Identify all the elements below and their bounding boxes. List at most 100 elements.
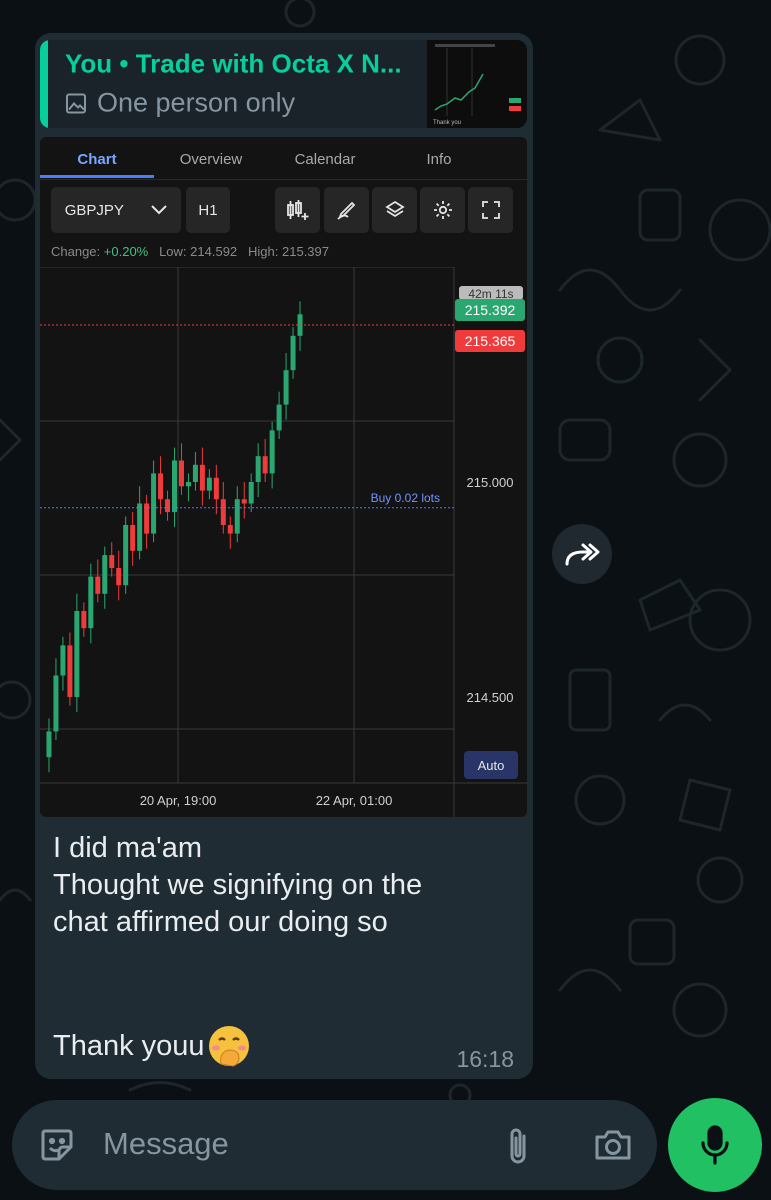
layers-button[interactable] [372,187,417,233]
message-input[interactable]: Message [103,1126,229,1162]
auto-scale-label: Auto [478,758,505,773]
message-timestamp: 16:18 [456,1046,514,1072]
candle-body [172,460,177,513]
high-label: High: [248,244,279,259]
candle-body [213,477,219,500]
candle-body [220,499,226,525]
candle-body [102,555,108,594]
quote-thumbnail: Thank you [427,40,527,128]
camera-button[interactable] [590,1122,636,1168]
pen-icon [336,201,355,220]
ask-price-text: 215.365 [465,333,516,349]
high-value: 215.397 [282,244,329,259]
forward-button[interactable] [552,524,612,584]
candle-body [199,464,205,491]
change-value: +0.20% [103,244,149,259]
candle-body [290,335,296,371]
candle-body [137,503,143,551]
timeframe-label: H1 [198,201,218,219]
candle-body [151,473,157,534]
candle-body [116,568,122,586]
candle-body [123,525,129,586]
layers-icon [384,200,405,218]
message-thanks: Thank youu [53,1024,251,1068]
attach-button[interactable] [496,1122,540,1168]
order-line-label: Buy 0.02 lots [371,491,440,505]
candle-body [227,525,233,534]
drawing-tools-button[interactable] [324,187,369,233]
symbol-selector[interactable]: GBPJPY [51,187,181,233]
candle-body [262,456,268,474]
countdown-text: 42m 11s [468,287,513,301]
x-tick-label: 20 Apr, 19:00 [140,793,217,808]
message-line-3: chat affirmed our doing so [53,906,388,938]
candle-body [269,430,275,474]
tab-calendar[interactable]: Calendar [268,151,382,168]
gear-icon [433,201,452,219]
price-stats: Change: +0.20% Low: 214.592 High: 215.39… [51,244,329,259]
sticker-icon [41,1129,73,1161]
message-line-1: I did ma'am [53,832,202,864]
bid-price-text: 215.392 [465,302,516,318]
quote-subtitle-text: One person only [97,87,296,118]
quote-subtitle: One person only [65,88,295,119]
candle-body [241,499,247,504]
quote-accent-bar [40,40,48,128]
message-input-bar: Message [12,1100,657,1190]
candle-body [255,456,261,482]
candle-body [88,576,94,629]
y-tick-label: 215.000 [467,475,514,490]
candle-body [248,482,254,504]
active-tab-indicator [40,175,154,178]
svg-text:Thank you: Thank you [433,120,461,126]
candle-body [158,473,164,500]
y-tick-label: 214.500 [467,690,514,705]
candle-body [165,499,171,513]
hand-over-mouth-emoji-icon [208,1026,249,1067]
sticker-button[interactable] [34,1122,80,1168]
candles-add-icon [286,200,308,220]
candle-body [234,499,240,534]
fullscreen-icon [481,201,500,219]
candle-body [178,460,184,487]
change-label: Change: [51,244,101,259]
fullscreen-button[interactable] [468,187,513,233]
trading-chart-screenshot[interactable]: Chart Overview Calendar Info GBPJPY H1 C… [40,137,527,817]
low-label: Low: [159,244,187,259]
x-tick-label: 22 Apr, 01:00 [316,793,393,808]
low-value: 214.592 [190,244,238,259]
reply-quote[interactable]: You • Trade with Octa X N... One person … [40,40,527,128]
candle-body [53,675,59,732]
candle-body [74,611,80,697]
candle-body [67,645,73,697]
candle-body [185,482,191,487]
candlestick-chart[interactable]: Buy 0.02 lots 215.000 214.500 42m 11s 215… [40,267,527,817]
candle-body [81,611,87,629]
settings-button[interactable] [420,187,465,233]
tab-overview[interactable]: Overview [154,151,268,168]
candle-body [192,464,198,482]
timeframe-selector[interactable]: H1 [186,187,230,233]
candle-body [283,370,289,405]
indicators-button[interactable] [275,187,320,233]
voice-record-button[interactable] [668,1098,762,1192]
chevron-down-icon [151,205,168,215]
candle-body [46,731,52,758]
image-icon [66,93,86,113]
candle-body [95,576,101,594]
tab-info[interactable]: Info [382,151,496,168]
candle-body [276,404,282,431]
camera-icon [595,1130,631,1160]
paperclip-icon [510,1128,526,1164]
tab-bar: Chart Overview Calendar Info [40,137,527,180]
candle-body [206,477,212,491]
forward-icon [565,543,600,566]
message-thanks-text: Thank youu [53,1030,205,1062]
candle-body [109,555,115,568]
tab-chart[interactable]: Chart [40,151,154,168]
quote-title: You • Trade with Octa X N... [65,48,402,79]
candle-body [60,645,66,676]
message-line-2: Thought we signifying on the [53,869,423,901]
microphone-icon [701,1125,729,1165]
symbol-label: GBPJPY [64,201,124,219]
